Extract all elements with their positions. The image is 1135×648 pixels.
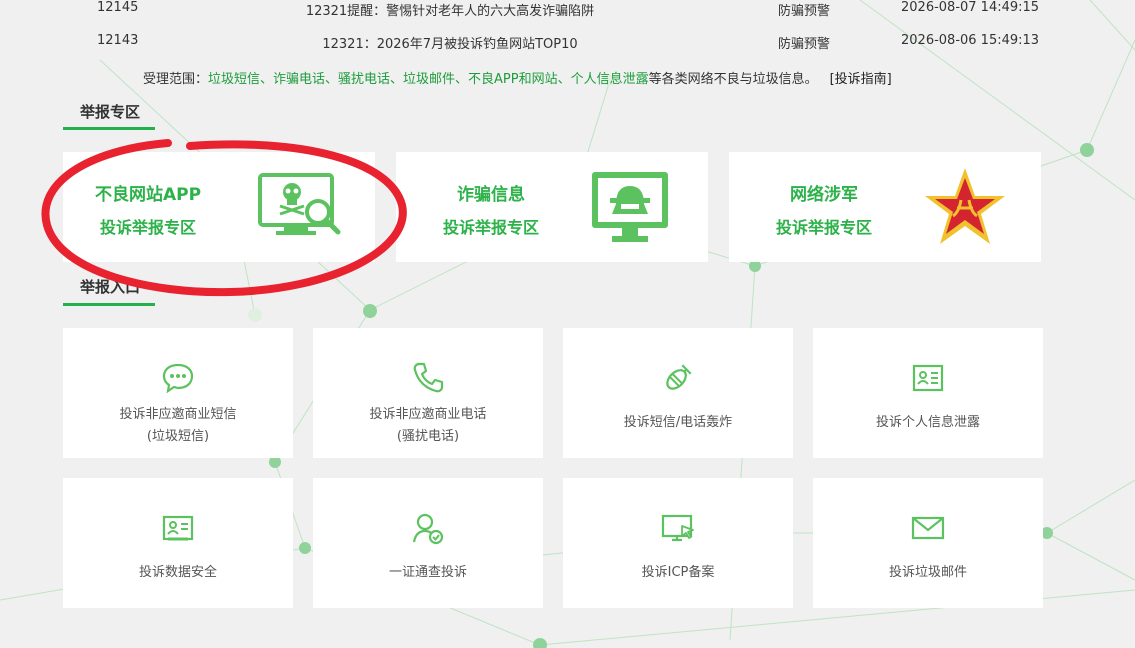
zone-card-subtitle: 投诉举报专区 xyxy=(99,218,196,237)
entry-card-sublabel: (垃圾短信) xyxy=(146,429,210,444)
zone-card-title: 网络涉军 xyxy=(790,185,858,205)
data-card-icon xyxy=(162,515,194,541)
entry-card-data-security[interactable]: 投诉数据安全 xyxy=(63,478,293,608)
entry-card-label: 一证通查投诉 xyxy=(388,565,467,580)
user-check-icon xyxy=(412,513,444,545)
scope-prefix: 受理范围： xyxy=(143,72,209,87)
chat-bubble-icon xyxy=(162,363,194,394)
entry-card-sms-call-bombing[interactable]: 投诉短信/电话轰炸 xyxy=(563,328,793,458)
hacker-monitor-icon xyxy=(592,172,668,242)
page-content: 12145 12321提醒：警惕针对老年人的六大高发诈骗陷阱 防骗预警 2026… xyxy=(0,0,1135,648)
zone-card-subtitle: 投诉举报专区 xyxy=(775,218,872,237)
skull-monitor-search-icon xyxy=(258,173,341,235)
scope-items: 垃圾短信、诈骗电话、骚扰电话、垃圾邮件、不良APP和网站、个人信息泄露 xyxy=(208,72,649,87)
entry-card-label: 投诉短信/电话轰炸 xyxy=(623,415,733,430)
monitor-cursor-icon xyxy=(661,514,694,542)
news-id: 12143 xyxy=(97,33,139,48)
id-card-icon xyxy=(912,364,944,392)
entry-card-label: 投诉数据安全 xyxy=(138,565,217,580)
entry-card-spam-email[interactable]: 投诉垃圾邮件 xyxy=(813,478,1043,608)
scope-suffix: 等各类网络不良与垃圾信息。 xyxy=(648,72,818,87)
zone-card-fraud-info[interactable]: 诈骗信息 投诉举报专区 xyxy=(396,152,708,262)
army-star-icon xyxy=(925,168,1005,244)
zone-card-title: 诈骗信息 xyxy=(457,185,525,205)
entry-card-harass-call[interactable]: 投诉非应邀商业电话 (骚扰电话) xyxy=(313,328,543,458)
section-underline xyxy=(63,303,155,306)
entry-card-id-check[interactable]: 一证通查投诉 xyxy=(313,478,543,608)
news-category: 防骗预警 xyxy=(778,4,831,19)
entry-card-label: 投诉个人信息泄露 xyxy=(875,415,980,430)
news-title-link[interactable]: 12321：2026年7月被投诉钓鱼网站TOP10 xyxy=(235,33,665,52)
acceptance-scope: 受理范围：垃圾短信、诈骗电话、骚扰电话、垃圾邮件、不良APP和网站、个人信息泄露… xyxy=(143,68,892,87)
entry-card-label: 投诉垃圾邮件 xyxy=(888,565,967,580)
section-title-entries: 举报入口 xyxy=(80,278,141,296)
entry-card-label: 投诉ICP备案 xyxy=(641,565,715,580)
news-title-link[interactable]: 12321提醒：警惕针对老年人的六大高发诈骗陷阱 xyxy=(235,0,665,19)
news-date: 2026-08-06 15:49:13 xyxy=(901,33,1040,48)
complaint-guide-link[interactable]: [投诉指南] xyxy=(830,72,892,87)
entry-card-spam-sms[interactable]: 投诉非应邀商业短信 (垃圾短信) xyxy=(63,328,293,458)
zone-card-title: 不良网站APP xyxy=(94,185,202,205)
entry-card-personal-info-leak[interactable]: 投诉个人信息泄露 xyxy=(813,328,1043,458)
news-id: 12145 xyxy=(97,0,139,15)
zone-card-bad-website-app[interactable]: 不良网站APP 投诉举报专区 xyxy=(63,152,375,262)
news-category: 防骗预警 xyxy=(778,37,831,52)
zone-card-military[interactable]: 网络涉军 投诉举报专区 xyxy=(729,152,1041,262)
section-underline xyxy=(63,127,155,130)
section-title-zones: 举报专区 xyxy=(80,103,141,121)
zone-card-subtitle: 投诉举报专区 xyxy=(442,218,539,237)
phone-icon xyxy=(413,362,444,393)
entry-card-sublabel: (骚扰电话) xyxy=(396,429,460,444)
envelope-icon xyxy=(911,516,945,540)
entry-card-label: 投诉非应邀商业短信 xyxy=(119,407,237,422)
news-row[interactable]: 12143 12321：2026年7月被投诉钓鱼网站TOP10 防骗预警 202… xyxy=(0,33,1135,53)
news-date: 2026-08-07 14:49:15 xyxy=(901,0,1040,15)
bomb-icon xyxy=(666,364,692,390)
news-row[interactable]: 12145 12321提醒：警惕针对老年人的六大高发诈骗陷阱 防骗预警 2026… xyxy=(0,0,1135,20)
entry-card-label: 投诉非应邀商业电话 xyxy=(369,407,487,422)
entry-card-icp-filing[interactable]: 投诉ICP备案 xyxy=(563,478,793,608)
